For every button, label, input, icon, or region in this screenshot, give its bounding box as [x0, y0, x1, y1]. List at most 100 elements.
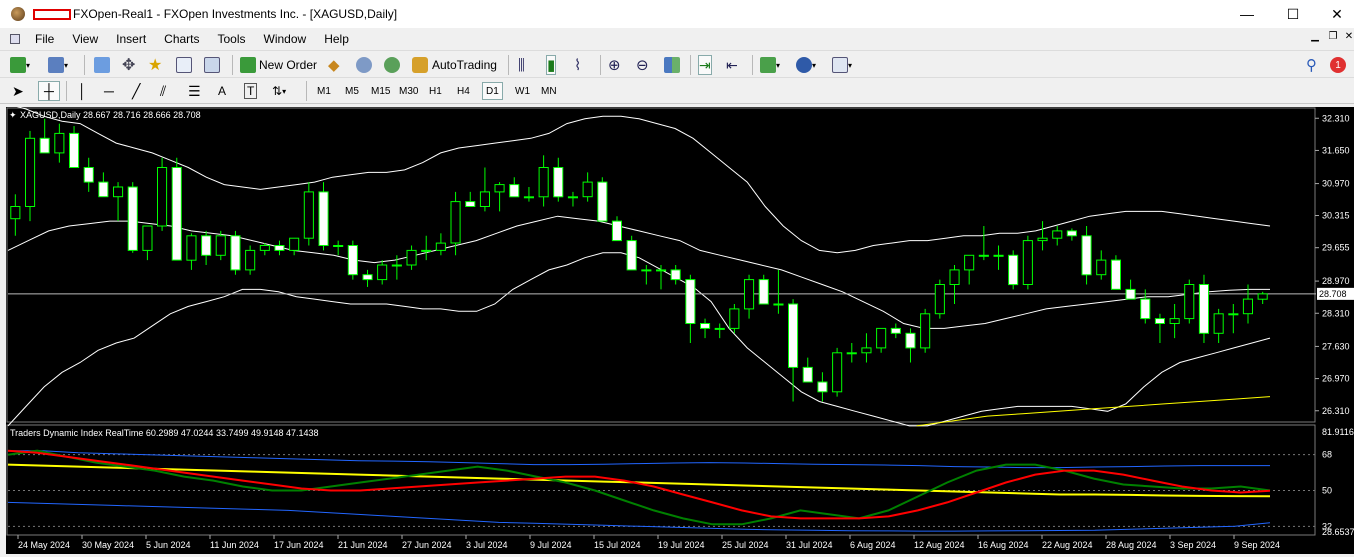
zoom-out-icon[interactable]: ⊖: [636, 55, 649, 75]
profiles-icon[interactable]: ▾: [48, 55, 68, 75]
candle-body: [318, 191, 329, 246]
tile-windows-icon[interactable]: [664, 55, 680, 75]
candle-body: [817, 381, 828, 393]
candle-body: [949, 269, 960, 285]
chart-window-icon[interactable]: [10, 34, 20, 44]
title-bar: FXOpen-Real1 - FXOpen Investments Inc. -…: [0, 0, 1354, 28]
menu-file[interactable]: File: [26, 32, 63, 46]
vertical-line-icon[interactable]: │: [78, 81, 87, 101]
maximize-button[interactable]: ☐: [1270, 0, 1316, 28]
text-tool-icon[interactable]: A: [218, 81, 226, 101]
price-tick-label: 28.970: [1322, 276, 1350, 286]
candle-body: [1169, 318, 1180, 325]
menu-tools[interactable]: Tools: [209, 32, 255, 46]
candle-body: [1242, 298, 1254, 315]
minimize-button[interactable]: —: [1224, 0, 1270, 28]
price-chart[interactable]: 32.310 31.650 30.970 30.315 29.655 28.970 28.3…: [6, 103, 1354, 554]
fibonacci-icon[interactable]: ☰: [188, 81, 201, 101]
timeframe-m30[interactable]: M30: [396, 82, 421, 100]
menu-charts[interactable]: Charts: [155, 32, 208, 46]
candle-body: [69, 132, 80, 168]
chart-marker-icon: ✦: [9, 110, 17, 120]
close-button[interactable]: ✕: [1314, 0, 1354, 28]
app-icon: [11, 7, 25, 21]
terminal-icon[interactable]: [176, 55, 192, 75]
candle-body: [406, 249, 417, 266]
market-icon[interactable]: [384, 55, 400, 75]
signals-icon[interactable]: [356, 55, 372, 75]
date-tick-label: 16 Aug 2024: [978, 540, 1029, 550]
candle-body: [230, 235, 241, 271]
timeframe-h4[interactable]: H4: [454, 82, 473, 100]
price-tick-label: 28.310: [1322, 308, 1350, 318]
date-tick-label: 17 Jun 2024: [274, 540, 324, 550]
timeframe-m15[interactable]: M15: [368, 82, 393, 100]
price-tick-label: 26.310: [1322, 406, 1350, 416]
mdi-minimize-icon[interactable]: ▁: [1306, 31, 1324, 42]
horizontal-line-icon[interactable]: ─: [104, 81, 114, 101]
chart-window[interactable]: 32.310 31.650 30.970 30.315 29.655 28.970 28.3…: [6, 103, 1354, 554]
timeframe-m1[interactable]: M1: [314, 82, 334, 100]
price-tick-label: 30.970: [1322, 179, 1350, 189]
templates-icon[interactable]: ▾: [832, 55, 852, 75]
auto-scroll-icon[interactable]: ⇥: [698, 55, 712, 75]
candle-body: [670, 269, 681, 281]
menu-window[interactable]: Window: [255, 32, 316, 46]
line-chart-icon[interactable]: ⌇: [574, 55, 581, 75]
market-watch-icon[interactable]: [94, 55, 110, 75]
candle-body: [377, 264, 388, 281]
new-order-button[interactable]: New Order: [240, 55, 317, 75]
periods-icon[interactable]: ▾: [796, 55, 816, 75]
price-tick-label: 31.650: [1322, 145, 1350, 155]
strategy-tester-icon[interactable]: [204, 55, 220, 75]
timeframe-mn[interactable]: MN: [538, 82, 560, 100]
candle-body: [1228, 313, 1239, 316]
timeframe-w1[interactable]: W1: [512, 82, 533, 100]
mdi-close-icon[interactable]: ✕: [1340, 31, 1354, 42]
autotrading-button[interactable]: AutoTrading: [412, 55, 497, 75]
metaeditor-icon[interactable]: ◆: [328, 55, 340, 75]
timeframe-m5[interactable]: M5: [342, 82, 362, 100]
timeframe-d1[interactable]: D1: [482, 82, 503, 100]
zoom-in-icon[interactable]: ⊕: [608, 55, 621, 75]
channel-icon[interactable]: ⫽: [160, 81, 166, 101]
new-order-label: New Order: [259, 58, 318, 72]
candle-body: [1140, 298, 1151, 320]
indicators-icon[interactable]: ▾: [760, 55, 780, 75]
menu-view[interactable]: View: [63, 32, 107, 46]
chart-shift-icon[interactable]: ⇤: [726, 55, 738, 75]
candle-body: [656, 269, 667, 272]
timeframe-h1[interactable]: H1: [426, 82, 445, 100]
date-tick-label: 25 Jul 2024: [722, 540, 769, 550]
redacted-box: [33, 8, 71, 20]
drawing-toolbar: ➤ ┼ │ ─ ╱ ⫽ ☰ A T ⇅ ▾ M1 M5 M15 M30 H1 H4…: [0, 78, 1354, 104]
candlestick-chart-icon[interactable]: ▮: [546, 55, 557, 75]
candle-body: [611, 220, 623, 242]
notification-badge: 1: [1330, 57, 1346, 73]
date-tick-label: 22 Aug 2024: [1042, 540, 1093, 550]
text-label-icon[interactable]: T: [244, 81, 258, 101]
cursor-icon[interactable]: ➤: [12, 81, 24, 101]
window-title: FXOpen-Real1 - FXOpen Investments Inc. -…: [73, 7, 398, 21]
menu-help[interactable]: Help: [315, 32, 358, 46]
price-tick-label: 32.310: [1322, 113, 1350, 123]
candle-body: [626, 240, 637, 271]
candle-body: [142, 225, 153, 251]
candle-body: [846, 352, 857, 355]
bar-chart-icon[interactable]: ⫼: [518, 55, 525, 75]
candle-body: [523, 196, 535, 199]
trendline-icon[interactable]: ╱: [132, 81, 140, 101]
candle-body: [157, 167, 168, 227]
candle-body: [993, 254, 1004, 257]
date-tick-label: 15 Jul 2024: [594, 540, 641, 550]
notification-icon[interactable]: 1: [1330, 55, 1346, 75]
data-window-icon[interactable]: ✥: [122, 55, 135, 75]
search-icon[interactable]: ⚲: [1306, 55, 1317, 75]
candle-body: [127, 186, 138, 251]
crosshair-icon[interactable]: ┼: [38, 81, 60, 101]
arrows-icon[interactable]: ⇅ ▾: [272, 81, 286, 101]
new-chart-icon[interactable]: ▾: [10, 55, 30, 75]
candle-body: [259, 245, 270, 251]
menu-insert[interactable]: Insert: [107, 32, 155, 46]
navigator-icon[interactable]: ★: [148, 55, 162, 75]
